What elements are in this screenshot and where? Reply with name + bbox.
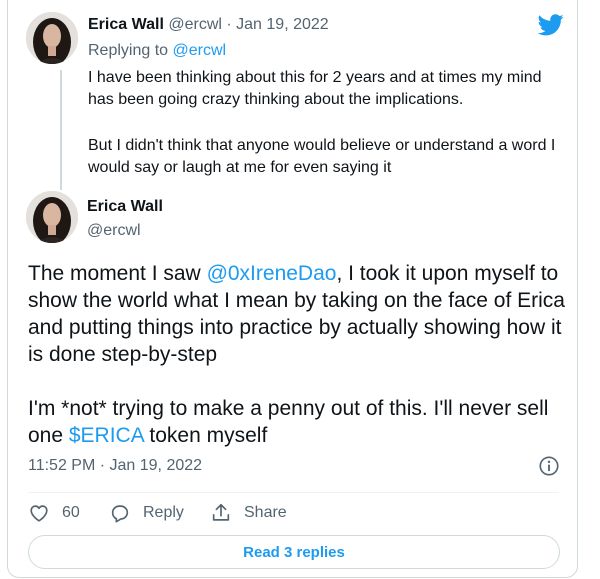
mention-link[interactable]: @0xIreneDao — [207, 262, 337, 285]
like-button[interactable]: 60 — [28, 500, 80, 526]
cashtag-link[interactable]: $ERICA — [69, 424, 144, 447]
text-segment: The moment I saw — [28, 262, 207, 285]
tweet-date[interactable]: Jan 19, 2022 — [236, 16, 329, 33]
tweet-card: Erica Wall @ercwl · Jan 19, 2022 Replyin… — [7, 0, 578, 578]
main-tweet-text-1: The moment I saw @0xIreneDao, I took it … — [28, 260, 568, 368]
read-replies-button[interactable]: Read 3 replies — [28, 535, 560, 569]
separator: · — [226, 16, 232, 33]
share-button[interactable]: Share — [210, 500, 287, 526]
reply-bubble-icon — [111, 505, 129, 523]
share-label: Share — [244, 504, 287, 521]
author-handle[interactable]: @ercwl — [168, 16, 222, 33]
tweet-timestamp[interactable]: 11:52 PM · Jan 19, 2022 — [28, 457, 202, 475]
avatar[interactable] — [26, 191, 78, 243]
avatar-image — [26, 12, 78, 64]
reply-button[interactable]: Reply — [109, 500, 184, 526]
parent-tweet-header: Erica Wall @ercwl · Jan 19, 2022 — [88, 16, 329, 34]
text-segment: token myself — [143, 424, 268, 447]
divider — [28, 492, 559, 493]
info-icon[interactable] — [538, 455, 560, 477]
avatar-image — [26, 191, 78, 243]
replying-to: Replying to @ercwl — [88, 42, 226, 60]
avatar[interactable] — [26, 12, 78, 64]
heart-icon — [30, 505, 48, 522]
author-name[interactable]: Erica Wall — [87, 198, 163, 216]
author-handle[interactable]: @ercwl — [87, 222, 141, 240]
parent-tweet-text-1: I have been thinking about this for 2 ye… — [88, 69, 542, 108]
author-name[interactable]: Erica Wall — [88, 16, 164, 33]
parent-tweet-text-2: But I didn't think that anyone would bel… — [88, 137, 556, 176]
replying-handle-link[interactable]: @ercwl — [173, 42, 227, 59]
twitter-bird-icon[interactable] — [538, 14, 564, 36]
thread-connector — [60, 70, 62, 190]
reply-label: Reply — [143, 504, 184, 521]
read-replies-label: Read 3 replies — [243, 543, 345, 561]
main-tweet-text-2: I'm *not* trying to make a penny out of … — [28, 395, 568, 449]
share-icon — [212, 503, 230, 521]
replying-prefix: Replying to — [88, 42, 169, 59]
like-count: 60 — [62, 504, 80, 521]
